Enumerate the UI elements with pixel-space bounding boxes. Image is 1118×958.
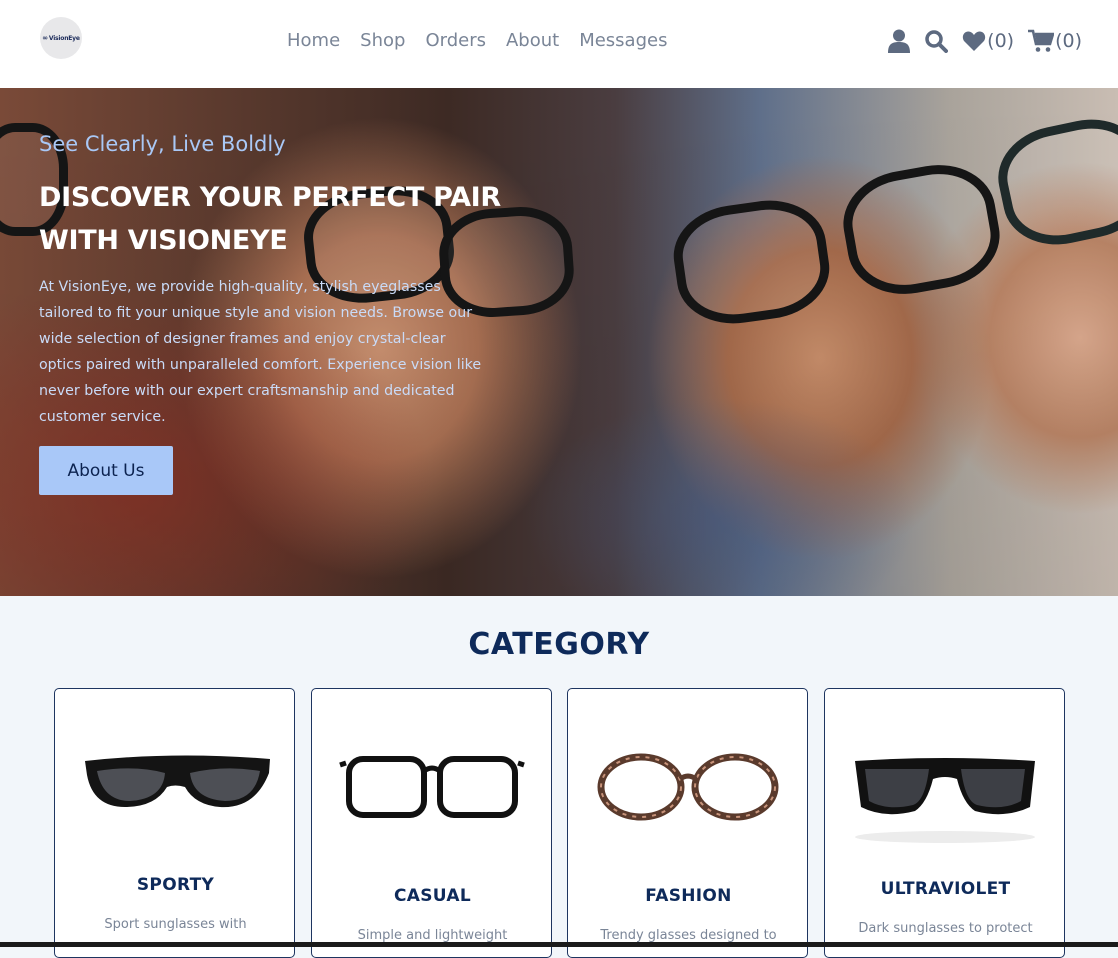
card-description: Sport sunglasses with <box>104 917 247 932</box>
cart-count: (0) <box>1055 30 1082 52</box>
nav-link-home[interactable]: Home <box>287 30 340 51</box>
card-title: FASHION <box>645 886 732 906</box>
nav-link-about[interactable]: About <box>506 30 559 51</box>
heart-icon <box>962 31 986 51</box>
nav-links: Home Shop Orders About Messages <box>287 30 687 51</box>
category-card-fashion[interactable]: FASHION Trendy glasses designed to <box>567 688 808 958</box>
cart-button[interactable]: (0) <box>1028 29 1082 53</box>
brand-logo[interactable]: ∞ VisionEye <box>40 17 82 59</box>
user-icon[interactable] <box>888 29 911 53</box>
sporty-sunglasses-image <box>85 755 270 808</box>
hero-banner: See Clearly, Live Boldly DISCOVER YOUR P… <box>0 88 1118 596</box>
category-card-casual[interactable]: CASUAL Simple and lightweight <box>311 688 552 958</box>
nav-icons: (0) (0) <box>874 29 1082 53</box>
hero-description: At VisionEye, we provide high-quality, s… <box>39 279 482 425</box>
fashion-glasses-image <box>597 753 779 821</box>
casual-glasses-image <box>339 756 525 818</box>
nav-link-orders[interactable]: Orders <box>425 30 486 51</box>
bottom-edge-bar <box>0 942 1118 947</box>
ultraviolet-sunglasses-image <box>855 758 1035 843</box>
nav-link-shop[interactable]: Shop <box>360 30 405 51</box>
category-card-sporty[interactable]: SPORTY Sport sunglasses with <box>54 688 295 958</box>
navbar: ∞ VisionEye Home Shop Orders About Messa… <box>0 0 1118 88</box>
card-title: SPORTY <box>136 875 215 895</box>
category-heading: CATEGORY <box>468 627 650 662</box>
brand-logo-text: VisionEye <box>48 34 80 42</box>
glasses-logo-icon: ∞ <box>42 34 48 42</box>
card-description: Trendy glasses designed to <box>600 928 777 943</box>
hero-title: DISCOVER YOUR PERFECT PAIR WITH VISIONEY… <box>39 182 501 256</box>
card-title: ULTRAVIOLET <box>880 879 1011 899</box>
cart-icon <box>1028 29 1055 52</box>
card-description: Dark sunglasses to protect <box>858 921 1033 936</box>
hero-tagline: See Clearly, Live Boldly <box>39 132 286 156</box>
search-icon[interactable] <box>924 29 949 53</box>
card-description: Simple and lightweight <box>357 928 508 943</box>
wishlist-button[interactable]: (0) <box>962 30 1014 52</box>
about-us-button[interactable]: About Us <box>39 446 173 495</box>
category-card-ultraviolet[interactable]: ULTRAVIOLET Dark sunglasses to protect <box>824 688 1065 958</box>
card-title: CASUAL <box>394 886 471 906</box>
nav-link-messages[interactable]: Messages <box>579 30 667 51</box>
wishlist-count: (0) <box>987 30 1015 52</box>
